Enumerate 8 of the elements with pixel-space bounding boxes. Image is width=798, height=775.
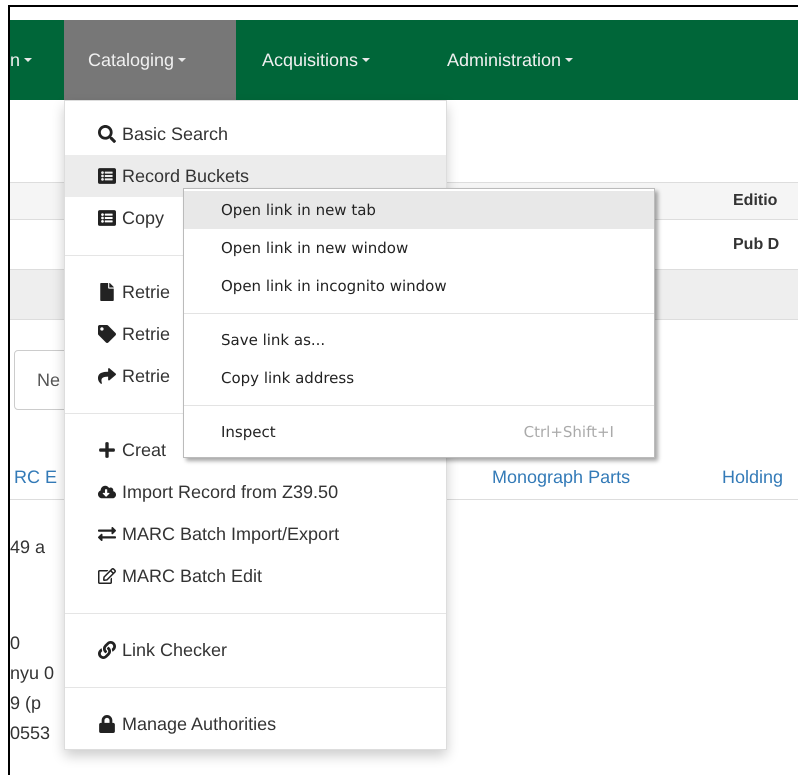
pub-date-label: Pub D (733, 234, 780, 254)
edition-label: Editio (733, 191, 778, 211)
record-detail-text: 49 a (10, 536, 46, 559)
record-detail-text: 0 (10, 632, 20, 655)
record-detail-text: nyu 0 (10, 662, 54, 685)
record-detail-text: 9 (p (10, 692, 42, 715)
record-detail-text: 0553 (10, 722, 50, 745)
shortcut-text: Ctrl+Shift+I (524, 422, 614, 443)
